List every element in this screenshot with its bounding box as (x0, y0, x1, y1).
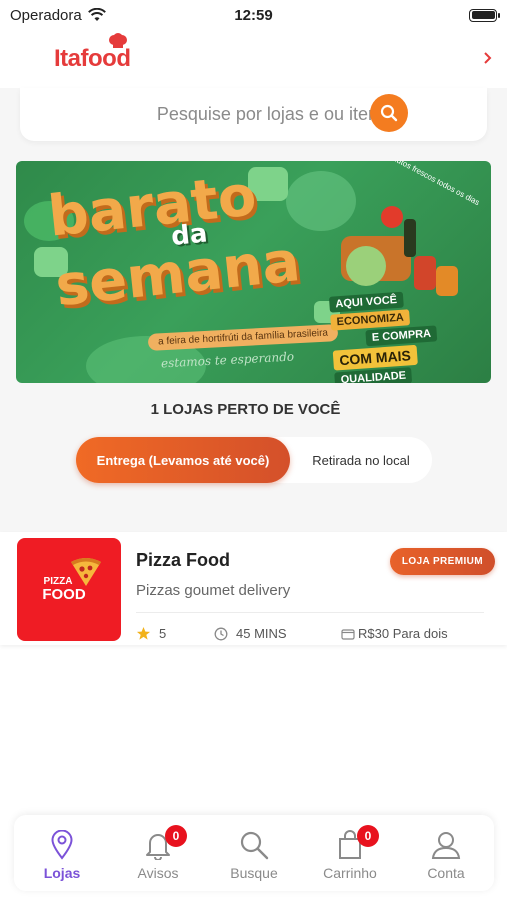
chevron-right-icon[interactable] (483, 48, 493, 71)
store-delivery-time: 45 MINS (214, 626, 287, 641)
battery-icon (469, 8, 500, 22)
star-icon (136, 626, 151, 640)
tab-carrinho[interactable]: 0 Carrinho (305, 825, 395, 881)
store-card[interactable]: PIZZA FOOD Pizza Food Pizzas goumet deli… (0, 532, 507, 645)
banner-curved-text: Produtos frescos todos os dias (380, 161, 482, 208)
rating-value: 5 (159, 626, 167, 641)
search-icon (380, 104, 398, 122)
bottle-decoration (404, 219, 416, 257)
toggle-delivery[interactable]: Entrega (Levamos até você) (76, 437, 290, 483)
cart-badge: 0 (357, 825, 379, 847)
tab-label: Conta (427, 865, 465, 881)
store-logo: PIZZA FOOD (17, 538, 121, 641)
banner-badge-line: E COMPRA (365, 325, 438, 347)
tab-label: Lojas (43, 865, 81, 881)
clock-icon (214, 627, 228, 640)
stores-count-label: 1 LOJAS PERTO DE VOCÊ (150, 401, 341, 418)
tab-lojas[interactable]: Lojas (17, 829, 107, 881)
jar-decoration (436, 266, 458, 296)
app-logo[interactable]: Itafood (54, 33, 131, 73)
search-bar[interactable]: Pesquise por lojas e ou itens ... (20, 88, 487, 141)
status-bar: Operadora 12:59 (0, 0, 507, 30)
tab-label: Busque (230, 865, 278, 881)
toggle-pickup[interactable]: Retirada no local (290, 453, 432, 468)
store-logo-line-2: FOOD (42, 586, 86, 603)
store-rating: 5 (136, 626, 166, 641)
wifi-icon (87, 8, 106, 21)
notification-badge: 0 (165, 825, 187, 847)
tab-busque[interactable]: Busque (209, 829, 299, 881)
status-left: Operadora (10, 7, 106, 24)
pizza-slice-icon (71, 558, 101, 586)
banner-heading: barato da semana (45, 163, 304, 320)
tab-avisos[interactable]: 0 Avisos (113, 825, 203, 881)
tab-icon-wrap (239, 829, 269, 861)
delivery-time-value: 45 MINS (236, 626, 287, 641)
tomato-decoration (381, 206, 403, 228)
chef-hat-icon (109, 33, 127, 48)
tab-bar: Lojas 0 Avisos Busque 0 Carrinho Conta (14, 815, 494, 891)
tab-label: Carrinho (323, 865, 377, 881)
user-icon (431, 832, 461, 859)
stores-count: 1 LOJAS PERTO DE VOCÊ (0, 401, 507, 418)
tab-label: Avisos (137, 865, 179, 881)
premium-badge: LOJA PREMIUM (389, 548, 495, 575)
leaf-decoration (286, 171, 356, 231)
location-pin-icon (51, 830, 73, 860)
store-description: Pizzas goumet delivery (136, 582, 291, 599)
tab-icon-wrap (431, 829, 461, 861)
logo-text: Itafood (54, 45, 131, 72)
banner-strip: a feira de hortifrúti da família brasile… (147, 324, 339, 351)
cabbage-decoration (346, 246, 386, 286)
wallet-icon (341, 628, 355, 640)
banner-heading-3: semana (52, 228, 304, 320)
app-header: Itafood (0, 30, 507, 88)
search-button[interactable] (370, 94, 408, 132)
delivery-mode-toggle: Entrega (Levamos até você) Retirada no l… (76, 437, 432, 483)
tab-conta[interactable]: Conta (401, 829, 491, 881)
store-price: R$30 Para dois (341, 626, 448, 641)
store-divider (136, 612, 484, 613)
banner-badge: AQUI VOCÊ ECONOMIZA E COMPRA COM MAIS QU… (328, 289, 440, 383)
store-name: Pizza Food (136, 550, 230, 570)
carrier-label: Operadora (10, 6, 82, 24)
tab-icon-wrap (50, 829, 74, 861)
promo-banner[interactable]: barato da semana Produtos frescos todos … (16, 161, 491, 383)
price-value: R$30 Para dois (358, 626, 448, 641)
search-icon (240, 831, 269, 860)
jar-decoration (414, 256, 436, 290)
